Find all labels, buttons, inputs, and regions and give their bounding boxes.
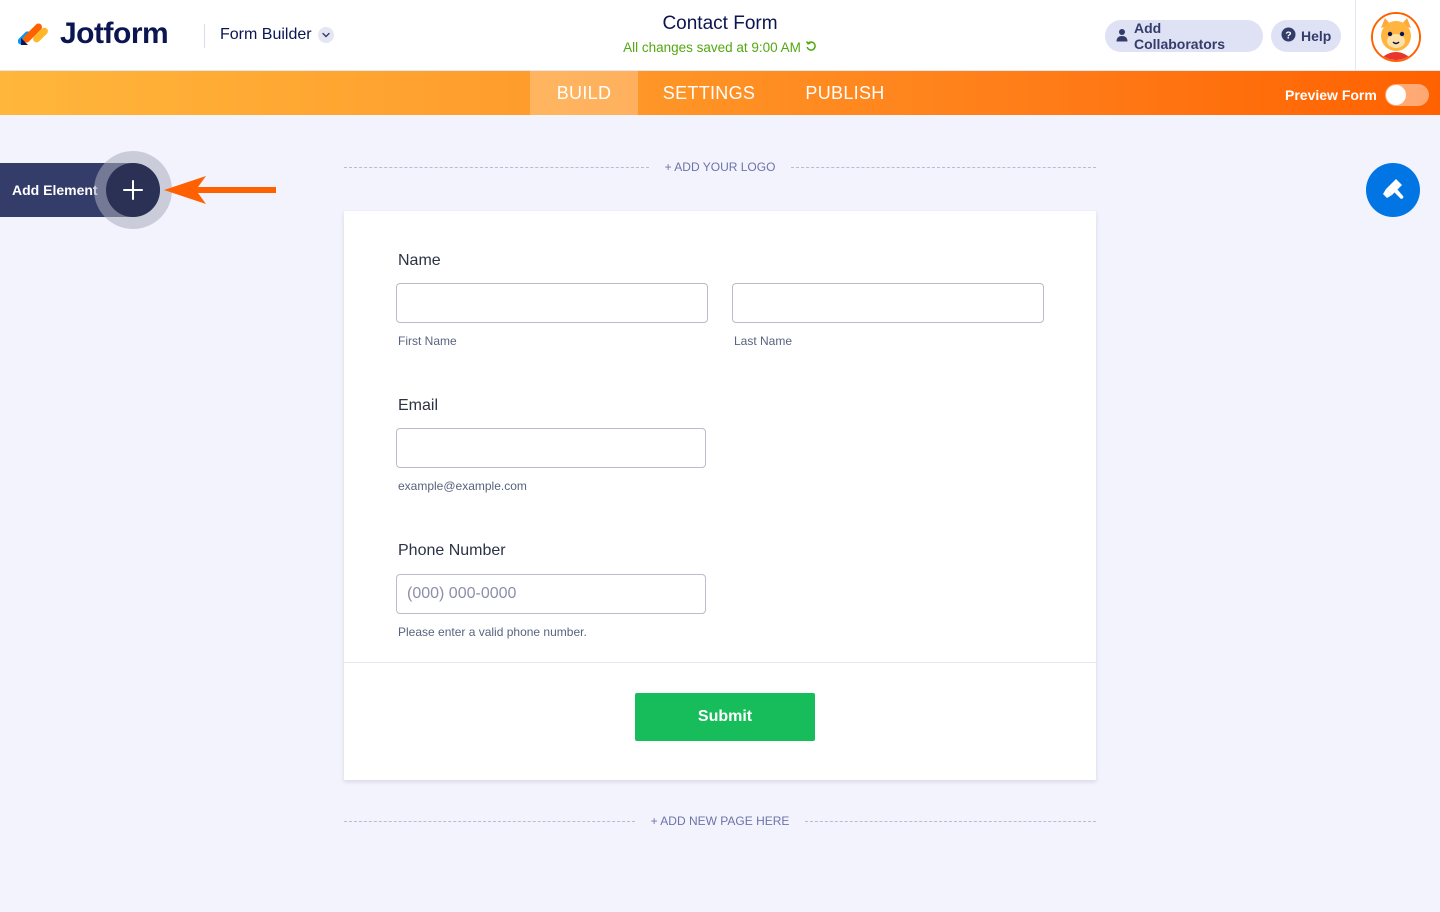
phone-sublabel: Please enter a valid phone number. xyxy=(398,625,587,639)
brand-name: Jotform xyxy=(60,17,169,50)
tab-build[interactable]: BUILD xyxy=(530,71,638,115)
add-logo-row[interactable]: + ADD YOUR LOGO xyxy=(344,159,1096,175)
first-name-input[interactable] xyxy=(396,283,708,323)
builder-nav: BUILD SETTINGS PUBLISH Preview Form xyxy=(0,71,1440,115)
dashed-line xyxy=(805,820,1096,822)
first-name-sublabel: First Name xyxy=(398,334,457,348)
toggle-knob xyxy=(1385,85,1406,105)
header-divider xyxy=(204,24,205,48)
form-builder-label: Form Builder xyxy=(220,26,312,43)
submit-button[interactable]: Submit xyxy=(635,693,815,741)
chevron-down-icon xyxy=(317,27,334,43)
add-collaborators-button[interactable]: Add Collaborators xyxy=(1105,20,1263,52)
help-button[interactable]: ? Help xyxy=(1271,20,1341,52)
form-title[interactable]: Contact Form xyxy=(520,13,920,35)
dashed-line xyxy=(791,166,1096,168)
preview-form-label: Preview Form xyxy=(1285,87,1377,103)
refresh-icon[interactable] xyxy=(805,40,817,55)
user-icon xyxy=(1115,28,1129,45)
save-status-text: All changes saved at 9:00 AM xyxy=(623,40,801,55)
name-field-label: Name xyxy=(398,252,441,269)
add-element-label: Add Element xyxy=(12,182,98,198)
save-status: All changes saved at 9:00 AM xyxy=(520,40,920,55)
avatar-divider xyxy=(1355,0,1356,71)
paint-brush-icon xyxy=(1380,175,1406,206)
avatar-icon[interactable] xyxy=(1371,12,1421,62)
tab-settings[interactable]: SETTINGS xyxy=(642,71,776,115)
last-name-input[interactable] xyxy=(732,283,1044,323)
phone-field-label: Phone Number xyxy=(398,542,506,559)
form-title-area: Contact Form All changes saved at 9:00 A… xyxy=(520,13,920,55)
add-page-row[interactable]: + ADD NEW PAGE HERE xyxy=(344,813,1096,829)
plus-icon[interactable] xyxy=(106,163,160,217)
add-element-panel-button[interactable]: Add Element xyxy=(0,151,172,229)
email-sublabel: example@example.com xyxy=(398,479,527,493)
preview-form-toggle-area[interactable]: Preview Form xyxy=(1285,84,1429,106)
dashed-line xyxy=(344,166,649,168)
jotform-logo[interactable]: Jotform xyxy=(17,17,169,51)
help-icon: ? xyxy=(1281,27,1296,45)
add-logo-link[interactable]: + ADD YOUR LOGO xyxy=(649,160,792,174)
submit-divider xyxy=(344,662,1096,663)
svg-text:?: ? xyxy=(1285,29,1291,41)
phone-input[interactable]: (000) 000-0000 xyxy=(396,574,706,614)
form-builder-menu[interactable]: Form Builder xyxy=(220,26,334,44)
help-label: Help xyxy=(1301,28,1332,44)
phone-placeholder: (000) 000-0000 xyxy=(407,585,517,602)
form-card: Name First Name Last Name Email example@… xyxy=(344,211,1096,780)
add-new-page-link[interactable]: + ADD NEW PAGE HERE xyxy=(635,814,806,828)
tab-publish[interactable]: PUBLISH xyxy=(790,71,900,115)
last-name-sublabel: Last Name xyxy=(734,334,793,348)
top-header: Jotform Form Builder Contact Form All ch… xyxy=(0,0,1440,71)
email-input[interactable] xyxy=(396,428,706,468)
form-designer-button[interactable] xyxy=(1366,163,1420,217)
jotform-logo-icon xyxy=(17,18,50,50)
dashed-line xyxy=(344,820,635,822)
add-collaborators-label: Add Collaborators xyxy=(1134,20,1226,52)
arrow-left-icon xyxy=(164,176,276,204)
preview-form-toggle[interactable] xyxy=(1384,84,1429,106)
email-field-label: Email xyxy=(398,397,439,414)
